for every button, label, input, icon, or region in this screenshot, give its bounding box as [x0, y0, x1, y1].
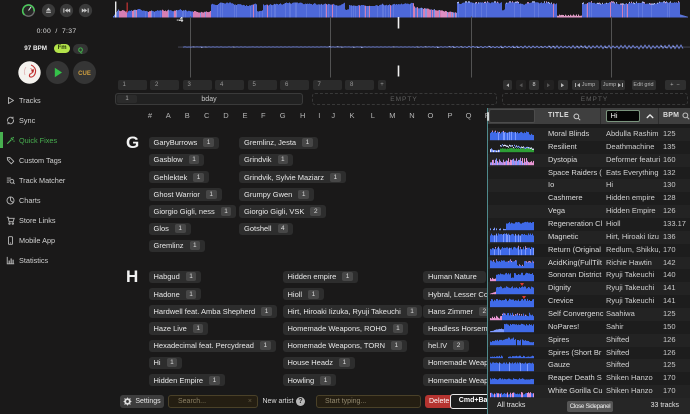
svg-text:Q: Q [78, 46, 83, 53]
svg-text:CUE: CUE [78, 71, 91, 77]
